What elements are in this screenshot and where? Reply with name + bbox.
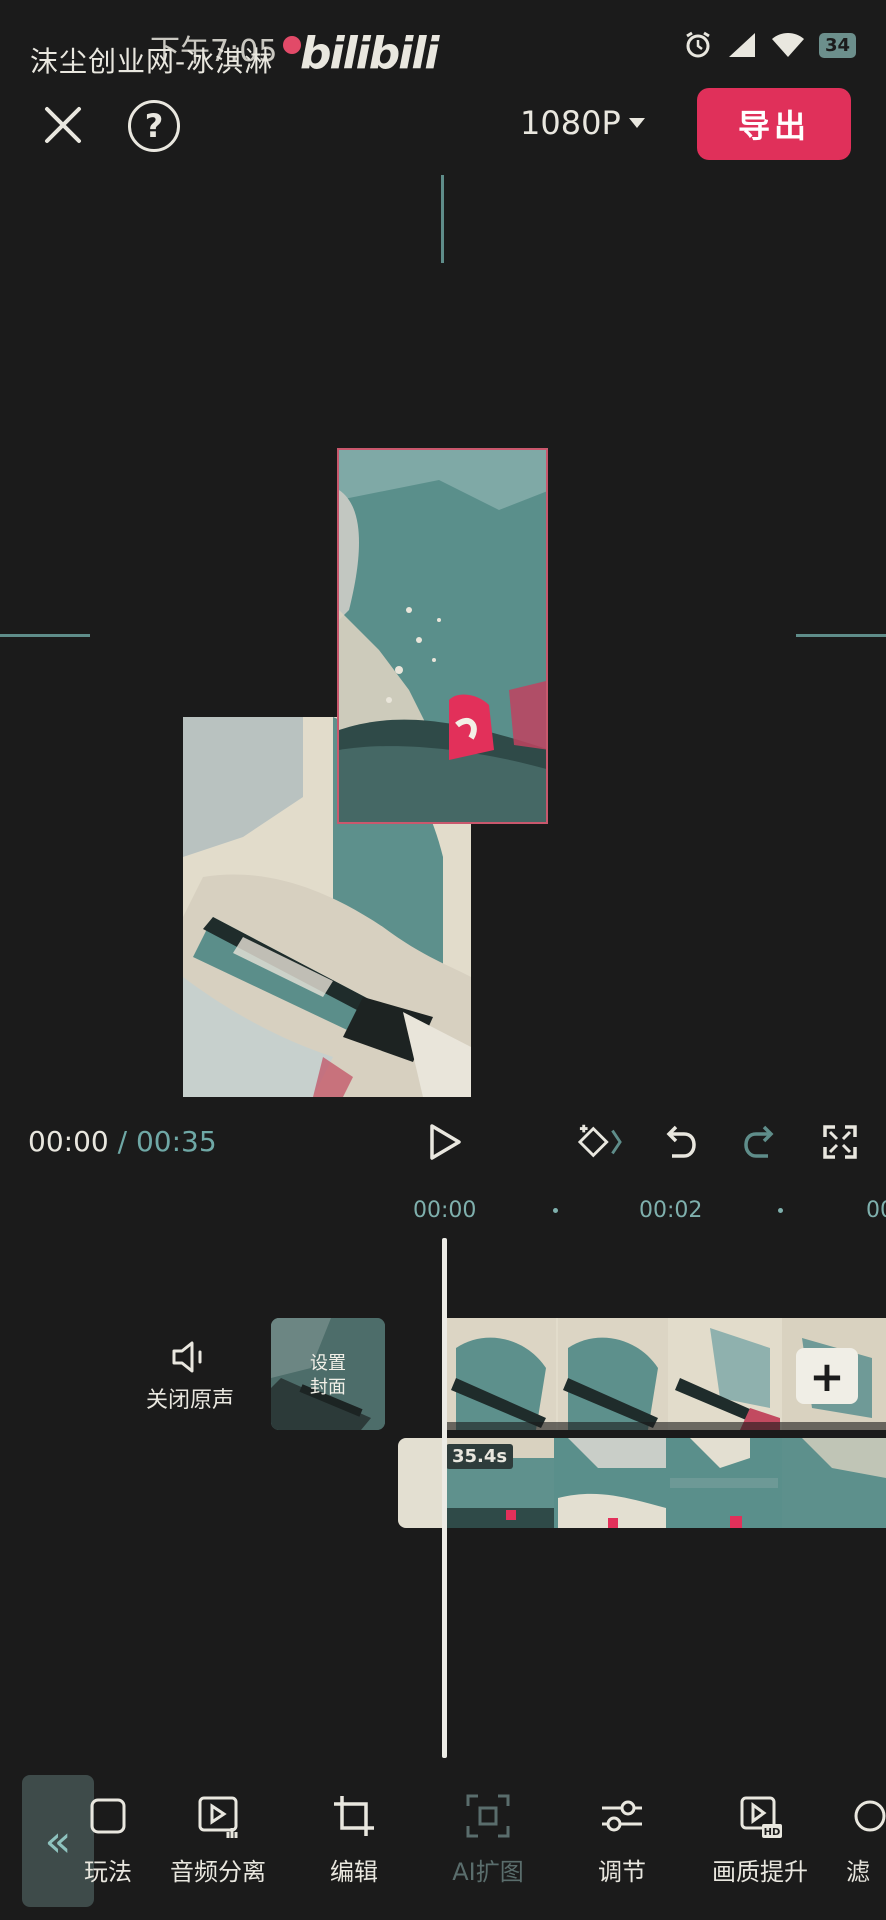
resolution-dropdown[interactable]: 1080P xyxy=(520,104,645,142)
add-clip-button[interactable]: + xyxy=(796,1348,858,1404)
mute-original-audio-button[interactable]: 关闭原声 xyxy=(140,1340,240,1414)
tick-label: 00:00 xyxy=(413,1198,477,1223)
tool-audio-split[interactable]: 音频分离 xyxy=(158,1792,278,1887)
undo-button[interactable] xyxy=(658,1120,702,1164)
adjust-icon xyxy=(602,1800,642,1832)
play-icon xyxy=(430,1124,461,1160)
status-icons: 34 xyxy=(683,30,856,60)
tool-adjust[interactable]: 调节 xyxy=(562,1792,682,1887)
tool-label: 编辑 xyxy=(330,1858,378,1886)
hd-icon: HD xyxy=(740,1796,782,1838)
current-time: 00:00 xyxy=(28,1125,109,1158)
center-guide-left xyxy=(0,634,90,637)
speaker-icon xyxy=(172,1341,202,1373)
keyframe-icon xyxy=(578,1124,622,1158)
plus-icon: + xyxy=(809,1351,845,1401)
undo-icon xyxy=(666,1125,696,1158)
status-bar: 下午7:05 bilibili 沫尘创业网-冰淇淋 34 xyxy=(0,0,886,90)
filter-icon xyxy=(854,1800,886,1832)
alarm-icon xyxy=(686,31,710,58)
clip-duration-badge: 35.4s xyxy=(446,1444,514,1469)
tool-label: AI扩图 xyxy=(452,1858,524,1886)
tool-label: 画质提升 xyxy=(712,1858,808,1886)
help-button[interactable]: ? xyxy=(128,100,180,152)
battery-indicator: 34 xyxy=(818,32,856,58)
redo-button[interactable] xyxy=(738,1120,782,1164)
playhead[interactable] xyxy=(442,1238,447,1758)
ai-expand-icon xyxy=(466,1794,510,1838)
close-button[interactable] xyxy=(38,100,88,150)
fullscreen-icon xyxy=(823,1125,857,1159)
tick-dot xyxy=(553,1208,558,1213)
caret-down-icon xyxy=(628,118,645,128)
fullscreen-button[interactable] xyxy=(818,1120,862,1164)
bilibili-logo: bilibili xyxy=(300,28,439,79)
tool-effects[interactable]: 玩法 xyxy=(48,1792,168,1887)
crop-icon xyxy=(334,1796,374,1836)
tool-ai-expand[interactable]: AI扩图 xyxy=(428,1792,548,1887)
redo-icon xyxy=(744,1125,774,1158)
watermark-text: 沫尘创业网-冰淇淋 xyxy=(30,45,274,78)
thumb-frame xyxy=(446,1318,556,1430)
close-icon xyxy=(45,107,81,143)
recording-dot xyxy=(283,36,301,54)
cover-label: 设置 封面 xyxy=(310,1353,346,1398)
tick-label: 00:0 xyxy=(866,1198,886,1223)
total-time: 00:35 xyxy=(135,1125,217,1158)
help-icon: ? xyxy=(144,107,164,145)
wifi-icon xyxy=(771,33,804,57)
keyframe-button[interactable] xyxy=(578,1120,622,1164)
play-button[interactable] xyxy=(425,1122,465,1162)
tool-quality-boost[interactable]: HD 画质提升 xyxy=(700,1792,820,1887)
tool-label: 玩法 xyxy=(84,1858,132,1886)
tool-label: 音频分离 xyxy=(170,1858,266,1886)
tick-label: 00:02 xyxy=(639,1198,703,1223)
audio-split-icon xyxy=(198,1796,238,1838)
signal-icon xyxy=(728,33,755,57)
center-guide-right xyxy=(796,634,886,637)
tick-dot xyxy=(778,1208,783,1213)
effects-icon xyxy=(90,1798,126,1834)
resolution-value: 1080P xyxy=(520,104,621,142)
tool-label: 调节 xyxy=(598,1858,646,1886)
svg-text:HD: HD xyxy=(764,1827,781,1838)
sparkle-image xyxy=(339,450,546,822)
mute-label: 关闭原声 xyxy=(145,1388,234,1413)
center-guide-top xyxy=(441,175,444,263)
tool-edit[interactable]: 编辑 xyxy=(294,1792,414,1887)
tool-label: 滤 xyxy=(846,1858,870,1886)
timecode: 00:00 / 00:35 xyxy=(28,1125,217,1158)
export-button[interactable]: 导出 xyxy=(697,88,851,160)
time-separator: / xyxy=(117,1125,128,1158)
tool-filter[interactable]: 滤 xyxy=(846,1792,886,1887)
set-cover-button[interactable]: 设置 封面 xyxy=(271,1318,385,1430)
preview-clip-sparkle[interactable] xyxy=(337,448,548,824)
